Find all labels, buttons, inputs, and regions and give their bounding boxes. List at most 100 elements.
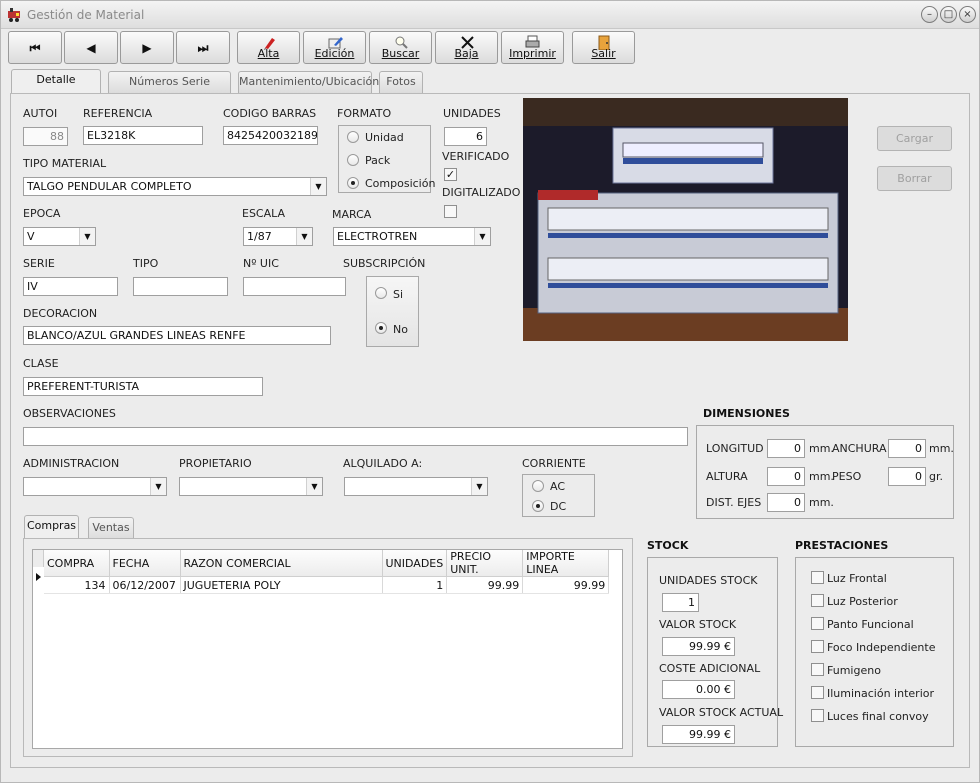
col-precio-unit[interactable]: PRECIO UNIT.	[446, 550, 524, 577]
subscripcion-no-radio[interactable]	[375, 322, 387, 334]
baja-label: Baja	[454, 47, 479, 60]
train-app-icon	[8, 8, 20, 22]
formato-composicion-radio[interactable]	[347, 177, 359, 189]
col-importe-linea[interactable]: IMPORTE LINEA	[522, 550, 610, 577]
chevron-down-icon: ▼	[79, 228, 95, 245]
last-record-button[interactable]: ⏭	[176, 31, 230, 64]
valor-stock-actual-field[interactable]: 99.99 €	[662, 725, 735, 744]
observaciones-field[interactable]	[23, 427, 688, 446]
buscar-label: Buscar	[381, 47, 420, 60]
dist-ejes-unit: mm.	[809, 496, 834, 509]
col-compra[interactable]: COMPRA	[44, 550, 110, 577]
chevron-down-icon: ▼	[306, 478, 322, 495]
col-fecha[interactable]: FECHA	[109, 550, 181, 577]
col-razon-comercial[interactable]: RAZON COMERCIAL	[180, 550, 383, 577]
escala-value: 1/87	[247, 230, 272, 243]
table-row[interactable]: 134 06/12/2007 JUGUETERIA POLY 1 99.99 9…	[44, 576, 610, 594]
prestaciones-group: Luz Frontal Luz Posterior Panto Funciona…	[795, 557, 954, 747]
luz-frontal-checkbox[interactable]	[811, 571, 824, 584]
foco-independiente-checkbox[interactable]	[811, 640, 824, 653]
referencia-field[interactable]: EL3218K	[83, 126, 203, 145]
first-record-button[interactable]: ⏮	[8, 31, 62, 64]
panto-funcional-checkbox[interactable]	[811, 617, 824, 630]
nuic-field[interactable]	[243, 277, 346, 296]
luces-final-convoy-label: Luces final convoy	[827, 710, 929, 723]
fumigeno-checkbox[interactable]	[811, 663, 824, 676]
dist-ejes-field[interactable]: 0	[767, 493, 805, 512]
longitud-field[interactable]: 0	[767, 439, 805, 458]
subscripcion-si-radio[interactable]	[375, 287, 387, 299]
iluminacion-interior-checkbox[interactable]	[811, 686, 824, 699]
buscar-button[interactable]: Buscar	[369, 31, 432, 64]
panto-funcional-label: Panto Funcional	[827, 618, 914, 631]
altura-field[interactable]: 0	[767, 467, 805, 486]
first-record-icon: ⏮	[29, 41, 41, 55]
tab-mantenimiento[interactable]: Mantenimiento/Ubicación	[238, 71, 379, 93]
clase-label: CLASE	[23, 357, 59, 370]
anchura-field[interactable]: 0	[888, 439, 926, 458]
cargar-photo-button[interactable]: Cargar	[877, 126, 952, 151]
serie-field[interactable]: IV	[23, 277, 118, 296]
dimensiones-group: LONGITUD 0 mm. ANCHURA 0 mm. ALTURA 0 mm…	[696, 425, 954, 519]
edicion-button[interactable]: Edición	[303, 31, 366, 64]
alta-button[interactable]: Alta	[237, 31, 300, 64]
valor-stock-field[interactable]: 99.99 €	[662, 637, 735, 656]
previous-record-icon: ◀	[86, 41, 96, 55]
corriente-ac-radio[interactable]	[532, 480, 544, 492]
codigo-barras-field[interactable]: 8425420032189	[223, 126, 318, 145]
salir-button[interactable]: Salir	[572, 31, 635, 64]
baja-button[interactable]: Baja	[435, 31, 498, 64]
next-record-button[interactable]: ▶	[120, 31, 174, 64]
tab-detalle-material[interactable]: Detalle material	[11, 69, 101, 106]
prestaciones-title: PRESTACIONES	[795, 539, 889, 552]
previous-record-button[interactable]: ◀	[64, 31, 118, 64]
escala-select[interactable]: 1/87 ▼	[243, 227, 313, 246]
next-record-icon: ▶	[142, 41, 152, 55]
luz-posterior-checkbox[interactable]	[811, 594, 824, 607]
dimensiones-title: DIMENSIONES	[703, 407, 790, 420]
epoca-select[interactable]: V ▼	[23, 227, 96, 246]
verificado-checkbox[interactable]: ✓	[444, 168, 457, 181]
digitalizado-checkbox[interactable]	[444, 205, 457, 218]
unidades-stock-field[interactable]: 1	[662, 593, 699, 612]
alquilado-label: ALQUILADO A:	[343, 457, 423, 470]
propietario-select[interactable]: ▼	[179, 477, 323, 496]
maximize-button[interactable]: □	[940, 6, 957, 23]
formato-group: Unidad Pack Composición	[338, 125, 435, 193]
tab-numeros-serie[interactable]: Números Serie Material	[108, 71, 231, 108]
marca-select[interactable]: ELECTROTREN ▼	[333, 227, 491, 246]
coste-adicional-field[interactable]: 0.00 €	[662, 680, 735, 699]
corriente-dc-radio[interactable]	[532, 500, 544, 512]
administracion-select[interactable]: ▼	[23, 477, 167, 496]
altura-label: ALTURA	[706, 470, 748, 483]
tab-fotos[interactable]: Fotos	[379, 71, 423, 93]
col-unidades[interactable]: UNIDADES	[382, 550, 448, 577]
minimize-button[interactable]: –	[921, 6, 938, 23]
chevron-down-icon: ▼	[296, 228, 312, 245]
formato-pack-radio[interactable]	[347, 154, 359, 166]
unidades-field[interactable]: 6	[444, 127, 487, 146]
clase-field[interactable]: PREFERENT-TURISTA	[23, 377, 263, 396]
decoracion-label: DECORACION	[23, 307, 98, 320]
tab-ventas[interactable]: Ventas	[88, 517, 134, 539]
cell-compra: 134	[44, 576, 110, 594]
alquilado-select[interactable]: ▼	[344, 477, 488, 496]
close-button[interactable]: ×	[959, 6, 976, 23]
imprimir-button[interactable]: Imprimir	[501, 31, 564, 64]
foco-independiente-label: Foco Independiente	[827, 641, 936, 654]
formato-unidad-radio[interactable]	[347, 131, 359, 143]
luces-final-convoy-checkbox[interactable]	[811, 709, 824, 722]
salir-label: Salir	[591, 47, 616, 60]
verificado-label: VERIFICADO	[442, 150, 510, 163]
codigo-barras-label: CODIGO BARRAS	[223, 107, 317, 120]
borrar-photo-button[interactable]: Borrar	[877, 166, 952, 191]
subscripcion-no-label: No	[393, 323, 408, 336]
tipo-material-select[interactable]: TALGO PENDULAR COMPLETO ▼	[23, 177, 327, 196]
tab-compras[interactable]: Compras	[24, 515, 79, 539]
decoracion-field[interactable]: BLANCO/AZUL GRANDES LINEAS RENFE	[23, 326, 331, 345]
material-photo	[523, 98, 848, 341]
tipo-field[interactable]	[133, 277, 228, 296]
peso-field[interactable]: 0	[888, 467, 926, 486]
coste-adicional-label: COSTE ADICIONAL	[659, 662, 761, 675]
luz-posterior-label: Luz Posterior	[827, 595, 898, 608]
